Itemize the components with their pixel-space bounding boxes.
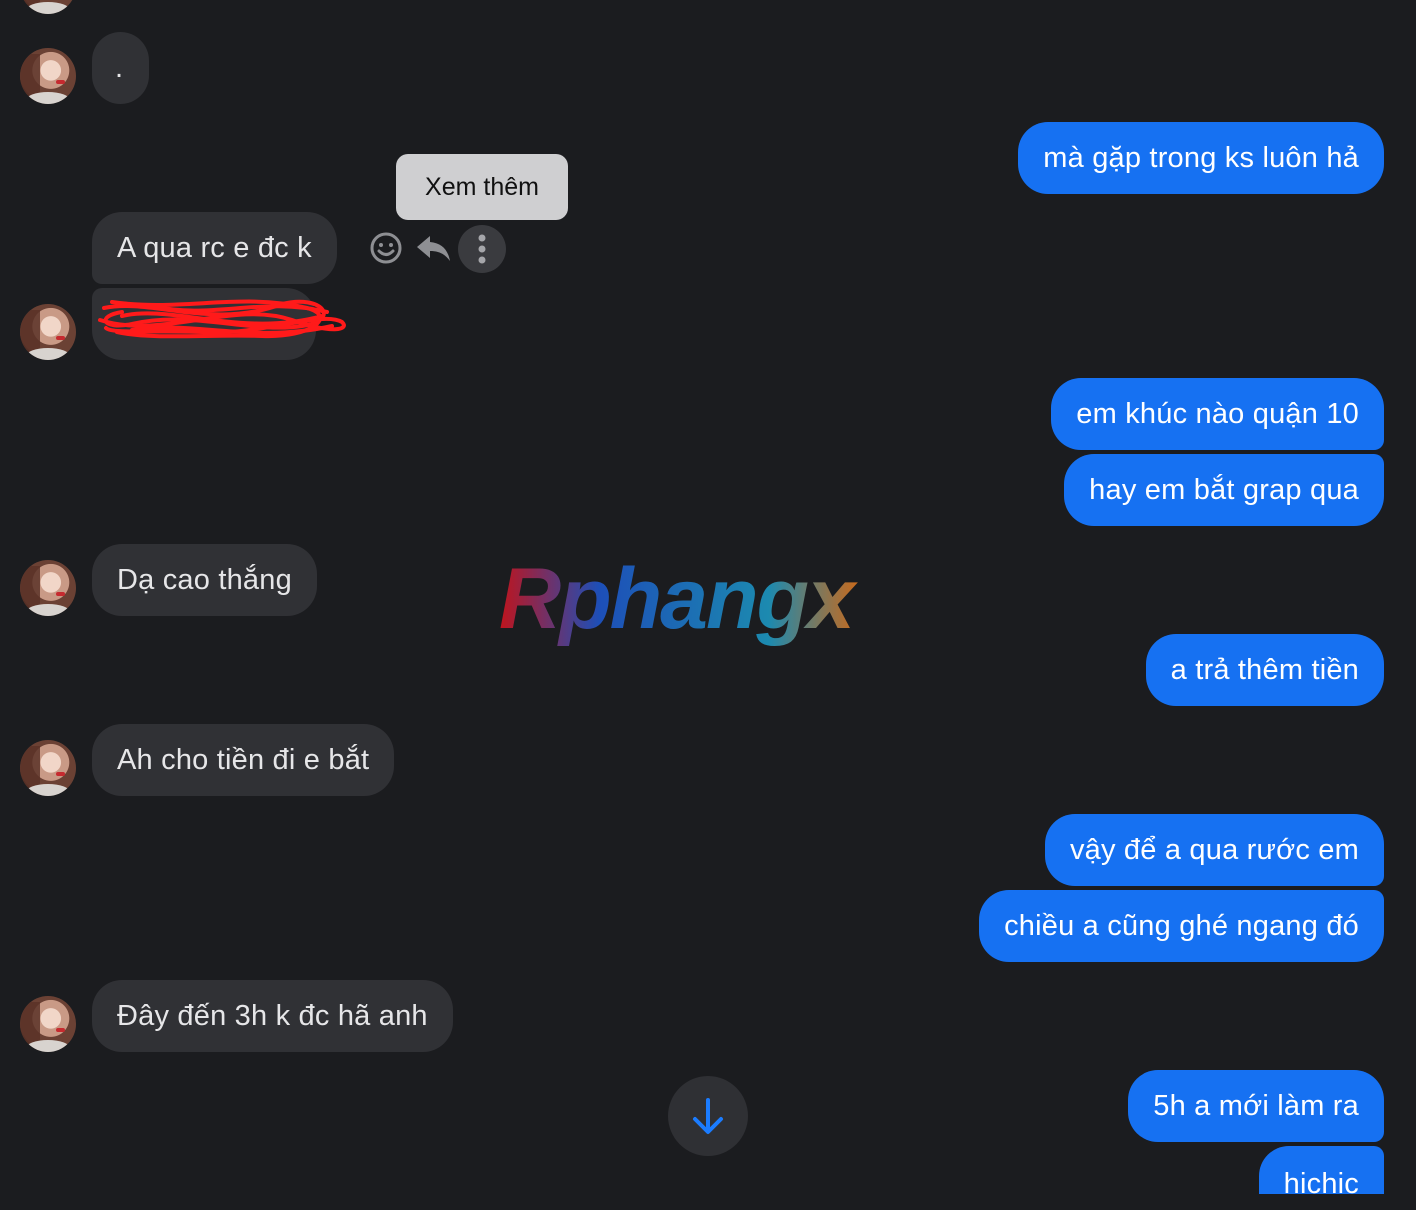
contact-avatar[interactable] xyxy=(20,304,76,360)
reply-arrow-icon[interactable] xyxy=(412,226,456,270)
avatar-shoulder xyxy=(26,1040,70,1052)
avatar-lips xyxy=(56,336,65,340)
scroll-to-bottom-button[interactable] xyxy=(668,1076,748,1156)
incoming-message-bubble[interactable]: Dạ cao thắng xyxy=(92,544,317,616)
avatar-lips xyxy=(56,80,65,84)
outgoing-message-bubble[interactable]: a trả thêm tiền xyxy=(1145,634,1384,706)
incoming-message-bubble[interactable]: A qua rc e đc k xyxy=(92,212,337,284)
avatar-shoulder xyxy=(26,604,70,616)
arrow-down-icon xyxy=(693,1098,723,1134)
watermark-text: Rphangx xyxy=(499,551,858,647)
avatar-lips xyxy=(56,592,65,596)
avatar-shoulder xyxy=(26,2,70,14)
incoming-message-bubble[interactable]: . xyxy=(92,32,149,104)
contact-avatar[interactable] xyxy=(20,0,76,14)
more-vertical-icon xyxy=(478,234,486,264)
more-tooltip: Xem thêm xyxy=(396,154,568,220)
outgoing-message-bubble[interactable]: mà gặp trong ks luôn hả xyxy=(1018,122,1384,194)
outgoing-message-bubble[interactable]: vậy để a qua rước em xyxy=(1044,814,1384,886)
redaction-scribble xyxy=(98,299,346,339)
avatar-shoulder xyxy=(26,92,70,104)
incoming-message-bubble[interactable]: Ah cho tiền đi e bắt xyxy=(92,724,395,796)
outgoing-message-bubble[interactable]: hichic xyxy=(1258,1146,1384,1194)
contact-avatar[interactable] xyxy=(20,996,76,1052)
outgoing-message-bubble[interactable]: 5h a mới làm ra xyxy=(1128,1070,1384,1142)
incoming-message-bubble[interactable]: Đây đến 3h k đc hã anh xyxy=(92,980,453,1052)
contact-avatar[interactable] xyxy=(20,740,76,796)
smiley-icon[interactable] xyxy=(364,226,408,270)
outgoing-message-bubble[interactable]: em khúc nào quận 10 xyxy=(1051,378,1384,450)
watermark-logo: Rphangx xyxy=(499,551,860,647)
chat-thread: . mà gặp trong ks luôn hả Xem thêm A qua… xyxy=(0,0,1416,1210)
outgoing-message-bubble[interactable]: hay em bắt grap qua xyxy=(1064,454,1384,526)
avatar-lips xyxy=(56,1028,65,1032)
avatar-shoulder xyxy=(26,348,70,360)
avatar-shoulder xyxy=(26,784,70,796)
more-options-button[interactable] xyxy=(458,225,506,273)
contact-avatar[interactable] xyxy=(20,560,76,616)
outgoing-message-bubble[interactable]: chiều a cũng ghé ngang đó xyxy=(979,890,1384,962)
avatar-lips xyxy=(56,772,65,776)
contact-avatar[interactable] xyxy=(20,48,76,104)
